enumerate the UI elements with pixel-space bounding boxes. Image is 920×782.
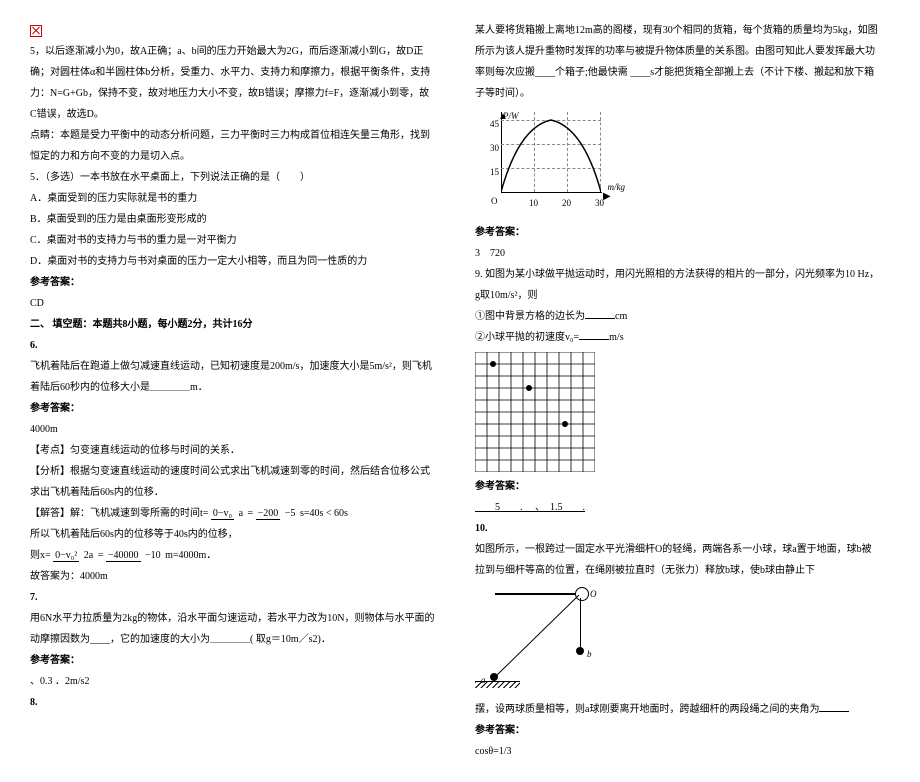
answer-label: 参考答案：: [475, 222, 880, 243]
q9-sub2: ②小球平抛的初速度v₀=m/s: [475, 327, 880, 348]
q9-stem: 9. 如图为某小球做平抛运动时，用闪光照相的方法获得的相片的一部分，闪光频率为1…: [475, 264, 880, 306]
ground-hatch-icon: [475, 681, 520, 682]
y-tick: 15: [490, 163, 499, 182]
blank-field[interactable]: [585, 308, 615, 319]
origin-label: O: [491, 192, 498, 211]
pulley-figure: O b a: [475, 585, 595, 695]
y-tick: 30: [490, 139, 499, 158]
q6-number: 6.: [30, 335, 435, 356]
q6-solve-line2: 所以飞机着陆后60s内的位移等于40s内的位移，: [30, 524, 435, 545]
q10-continuation: 摆，设两球质量相等，则a球刚要离开地面时，跨越细杆的两段绳之间的夹角为: [475, 699, 880, 720]
q8-number: 8.: [30, 692, 435, 713]
q6-solve-line1: 【解答】解：飞机减速到零所需的时间t= 0−v₀ a = −200 −5 s=4…: [30, 503, 435, 524]
q6-answer: 4000m: [30, 419, 435, 440]
answer-label: 参考答案：: [475, 476, 880, 497]
fraction: −40000 −10: [106, 550, 163, 561]
q6-solve-line4: 故答案为：4000m: [30, 566, 435, 587]
q5-opt-d: D．桌面对书的支持力与书对桌面的压力一定大小相等，而且为同一性质的力: [30, 251, 435, 272]
x-tick: 10: [529, 194, 538, 213]
x-tick: 20: [562, 194, 571, 213]
q5-answer: CD: [30, 293, 435, 314]
fraction: 0−v₀² 2a: [53, 550, 95, 561]
q6-point: 【考点】匀变速直线运动的位移与时间的关系．: [30, 440, 435, 461]
q10-stem: 如图所示，一根跨过一固定水平光滑细杆O的轻绳，两端各系一小球，球a置于地面，球b…: [475, 539, 880, 581]
solve-pre: 则x=: [30, 550, 51, 561]
q7-answer: 、0.3 ．2m/s2: [30, 671, 435, 692]
section-2-heading: 二、 填空题：本题共8小题，每小题2分，共计16分: [30, 314, 435, 335]
answer-label: 参考答案：: [475, 720, 880, 741]
para-explanation-2: 点睛：本题是受力平衡中的动态分析问题，三力平衡时三力构成首位相连矢量三角形，找到…: [30, 125, 435, 167]
y-tick: 45: [490, 115, 499, 134]
x-tick: 30: [595, 194, 604, 213]
q6-solve-line3: 则x= 0−v₀² 2a = −40000 −10 m=4000m．: [30, 545, 435, 566]
para-explanation-1: 5，以后逐渐减小为0，故A正确；a、b间的压力开始最大为2G，而后逐渐减小到G，…: [30, 41, 435, 125]
answer-label: 参考答案：: [30, 272, 435, 293]
blank-field[interactable]: [579, 329, 609, 340]
q6-analysis: 【分析】根据匀变速直线运动的速度时间公式求出飞机减速到零的时间，然后结合位移公式…: [30, 461, 435, 503]
q5-opt-a: A．桌面受到的压力实际就是书的重力: [30, 188, 435, 209]
q10-answer: cosθ=1/3: [475, 741, 880, 762]
equals: =: [98, 550, 104, 561]
ball-a-icon: [490, 673, 498, 681]
q7-number: 7.: [30, 587, 435, 608]
q5-opt-b: B．桌面受到的压力是由桌面形变形成的: [30, 209, 435, 230]
q10-number: 10.: [475, 518, 880, 539]
rope-diagonal: [497, 595, 582, 677]
equals: =: [248, 508, 254, 519]
chart-curve: [501, 112, 601, 192]
q8-answer: 3 720: [475, 243, 880, 264]
q6-stem: 飞机着陆后在跑道上做匀减速直线运动，已知初速度是200m/s，加速度大小是5m/…: [30, 356, 435, 398]
strobe-grid-figure: [475, 352, 595, 472]
blank-field[interactable]: [819, 701, 849, 712]
solve-post: s=40s < 60s: [300, 508, 348, 519]
fraction: −200 −5: [256, 508, 298, 519]
ball-b-label: b: [587, 645, 592, 664]
grid-svg: [475, 352, 595, 472]
broken-image-icon: [30, 25, 42, 37]
q7-stem: 用6N水平力拉质量为2kg的物体，沿水平面匀速运动，若水平力改为10N，则物体与…: [30, 608, 435, 650]
solve-post: m=4000m．: [165, 550, 216, 561]
q8-stem: 某人要将货箱搬上离地12m高的阁楼，现有30个相同的货箱，每个货箱的质量均为5k…: [475, 20, 880, 104]
q5-opt-c: C．桌面对书的支持力与书的重力是一对平衡力: [30, 230, 435, 251]
x-axis-label: m/kg: [608, 178, 626, 197]
q9-sub1: ①图中背景方格的边长为cm: [475, 306, 880, 327]
pulley-label: O: [590, 585, 597, 604]
q5-stem: 5．（多选）一本书放在水平桌面上，下列说法正确的是（ ）: [30, 167, 435, 188]
power-mass-chart: ▲ ▶ P/W m/kg 45 30 15 10 20 30 O: [477, 108, 617, 218]
answer-label: 参考答案：: [30, 398, 435, 419]
q9-answer: 5 . 、 1.5 .: [475, 497, 880, 518]
answer-label: 参考答案：: [30, 650, 435, 671]
fraction: 0−v₀ a: [211, 508, 245, 519]
solve-pre: 【解答】解：飞机减速到零所需的时间t=: [30, 508, 208, 519]
broken-image-placeholder: [30, 20, 435, 41]
